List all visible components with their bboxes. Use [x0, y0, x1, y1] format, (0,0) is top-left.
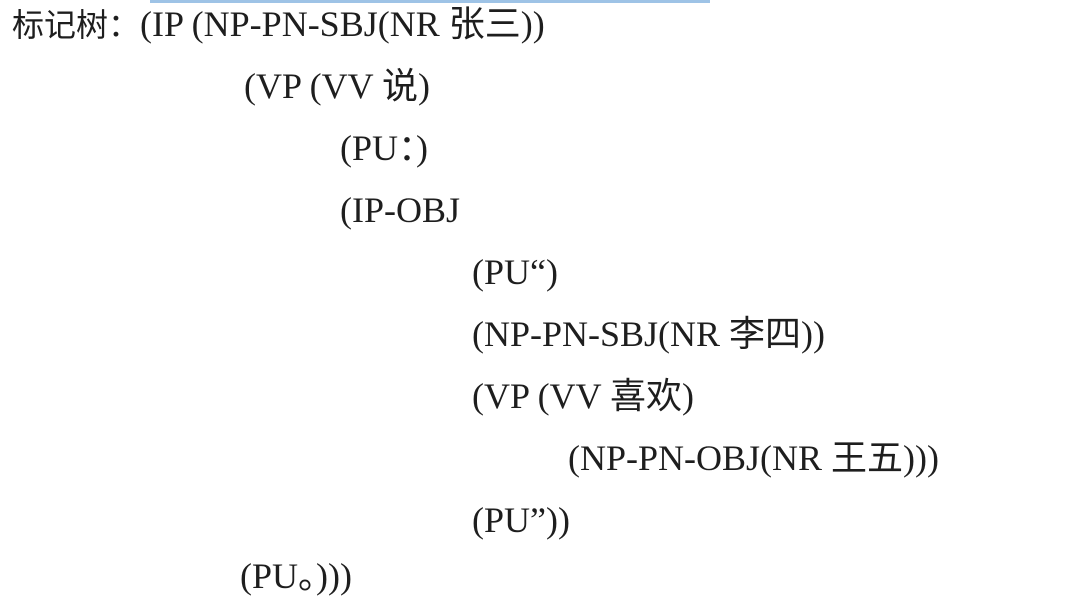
- tree-line: (NP-PN-SBJ(NR 李四)): [472, 314, 826, 354]
- document-page: 标记树：(IP (NP-PN-SBJ(NR 张三)) (VP (VV 说) (P…: [0, 0, 1067, 596]
- tree-label: 标记树：: [12, 6, 141, 44]
- tree-line-text: (IP (NP-PN-SBJ(NR 张三)): [140, 4, 545, 44]
- tree-line-root: 标记树：(IP (NP-PN-SBJ(NR 张三)): [12, 4, 545, 45]
- highlight-rule: [150, 0, 710, 3]
- tree-line: (NP-PN-OBJ(NR 王五))): [568, 438, 939, 478]
- tree-line: (VP (VV 说): [244, 66, 430, 106]
- tree-line: (VP (VV 喜欢): [472, 376, 694, 416]
- tree-line: (IP-OBJ: [340, 190, 461, 230]
- tree-line: (PU。))): [240, 556, 352, 596]
- tree-line: (PU”)): [472, 500, 570, 540]
- tree-line: (PU“): [472, 252, 558, 292]
- tree-line: (PU：): [340, 128, 428, 168]
